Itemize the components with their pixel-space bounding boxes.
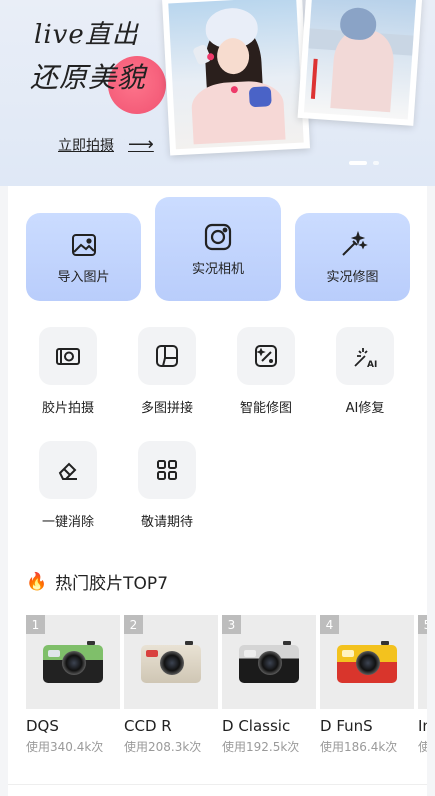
film-item[interactable]: 5 In 使 bbox=[418, 615, 427, 755]
shoot-now-label: 立即拍摄 bbox=[58, 137, 114, 154]
ccd-camera-icon bbox=[141, 641, 201, 683]
film-shoot-tool[interactable]: 胶片拍摄 bbox=[30, 327, 106, 416]
hot-films-title-text: 热门胶片TOP7 bbox=[55, 574, 169, 594]
live-edit-button[interactable]: 实况修图 bbox=[295, 213, 410, 301]
ai-repair-label: AI修复 bbox=[345, 401, 385, 416]
camera-icon bbox=[204, 223, 232, 250]
film-thumbnail: 1 bbox=[26, 615, 120, 709]
image-icon bbox=[71, 233, 96, 256]
film-thumbnail: 5 bbox=[418, 615, 427, 709]
film-item[interactable]: 1 DQS 使用340.4k次 bbox=[26, 615, 120, 755]
rank-badge: 2 bbox=[124, 615, 143, 634]
import-image-label: 导入图片 bbox=[57, 269, 110, 285]
film-name: In bbox=[418, 717, 427, 735]
film-item[interactable]: 2 CCD R 使用208.3k次 bbox=[124, 615, 218, 755]
rank-badge: 1 bbox=[26, 615, 45, 634]
carousel-indicator bbox=[349, 161, 379, 165]
grid-icon bbox=[157, 460, 177, 480]
bottom-sheet-edge bbox=[8, 784, 427, 796]
ai-repair-icon: AI bbox=[354, 348, 377, 370]
fire-icon: 🔥 bbox=[26, 571, 48, 592]
film-item[interactable]: 4 D FunS 使用186.4k次 bbox=[320, 615, 414, 755]
film-name: DQS bbox=[26, 717, 59, 735]
magic-wand-icon bbox=[341, 230, 368, 256]
arrow-right-icon: ⟶ bbox=[128, 134, 154, 155]
funs-camera-icon bbox=[337, 641, 397, 683]
film-usage: 使用208.3k次 bbox=[124, 740, 202, 754]
collage-icon bbox=[156, 345, 178, 367]
coming-soon-label: 敬请期待 bbox=[140, 515, 193, 530]
import-image-button[interactable]: 导入图片 bbox=[26, 213, 141, 301]
smart-edit-tool[interactable]: 智能修图 bbox=[228, 327, 304, 416]
one-tap-erase-label: 一键消除 bbox=[41, 515, 94, 530]
hero-banner[interactable]: live直出 还原美貌 立即拍摄 ⟶ bbox=[0, 0, 435, 186]
film-list[interactable]: 1 DQS 使用340.4k次 2 CCD R 使用208.3k次 3 D Cl… bbox=[26, 615, 427, 765]
carousel-dot bbox=[373, 161, 379, 165]
film-usage: 使 bbox=[418, 740, 427, 754]
banner-script-line1: live直出 bbox=[34, 20, 139, 50]
dqs-camera-icon bbox=[43, 641, 103, 683]
one-tap-erase-tool[interactable]: 一键消除 bbox=[30, 441, 106, 530]
coming-soon-tool[interactable]: 敬请期待 bbox=[129, 441, 205, 530]
hot-films-title: 🔥 热门胶片TOP7 bbox=[26, 569, 169, 595]
film-shoot-label: 胶片拍摄 bbox=[41, 401, 94, 416]
ai-repair-tool[interactable]: AI AI修复 bbox=[327, 327, 403, 416]
svg-text:AI: AI bbox=[367, 360, 377, 370]
rank-badge: 3 bbox=[222, 615, 241, 634]
film-usage: 使用340.4k次 bbox=[26, 740, 104, 754]
shoot-now-link[interactable]: 立即拍摄 ⟶ bbox=[58, 134, 154, 155]
rank-badge: 5 bbox=[418, 615, 427, 634]
live-edit-label: 实况修图 bbox=[326, 269, 379, 285]
carousel-dot-active bbox=[349, 161, 367, 165]
collage-tool[interactable]: 多图拼接 bbox=[129, 327, 205, 416]
rank-badge: 4 bbox=[320, 615, 339, 634]
film-thumbnail: 2 bbox=[124, 615, 218, 709]
classic-camera-icon bbox=[239, 641, 299, 683]
film-item[interactable]: 3 D Classic 使用192.5k次 bbox=[222, 615, 316, 755]
collage-label: 多图拼接 bbox=[140, 401, 193, 416]
film-usage: 使用186.4k次 bbox=[320, 740, 398, 754]
film-usage: 使用192.5k次 bbox=[222, 740, 300, 754]
banner-photo-secondary bbox=[297, 0, 423, 126]
film-thumbnail: 4 bbox=[320, 615, 414, 709]
film-name: D Classic bbox=[222, 717, 291, 735]
smart-edit-label: 智能修图 bbox=[239, 401, 292, 416]
eraser-icon bbox=[58, 462, 77, 480]
live-camera-button[interactable]: 实况相机 bbox=[155, 197, 281, 301]
film-name: D FunS bbox=[320, 717, 373, 735]
film-thumbnail: 3 bbox=[222, 615, 316, 709]
film-name: CCD R bbox=[124, 717, 172, 735]
smart-edit-icon bbox=[255, 345, 277, 367]
live-camera-label: 实况相机 bbox=[191, 261, 244, 277]
banner-script-line2: 还原美貌 bbox=[30, 61, 147, 94]
film-camera-icon bbox=[56, 348, 80, 365]
main-card: 导入图片 实况相机 实况修图 胶片拍摄 多图拼接 智能修图 AI AI修复 一键… bbox=[8, 186, 427, 786]
banner-photo-main bbox=[161, 0, 311, 156]
